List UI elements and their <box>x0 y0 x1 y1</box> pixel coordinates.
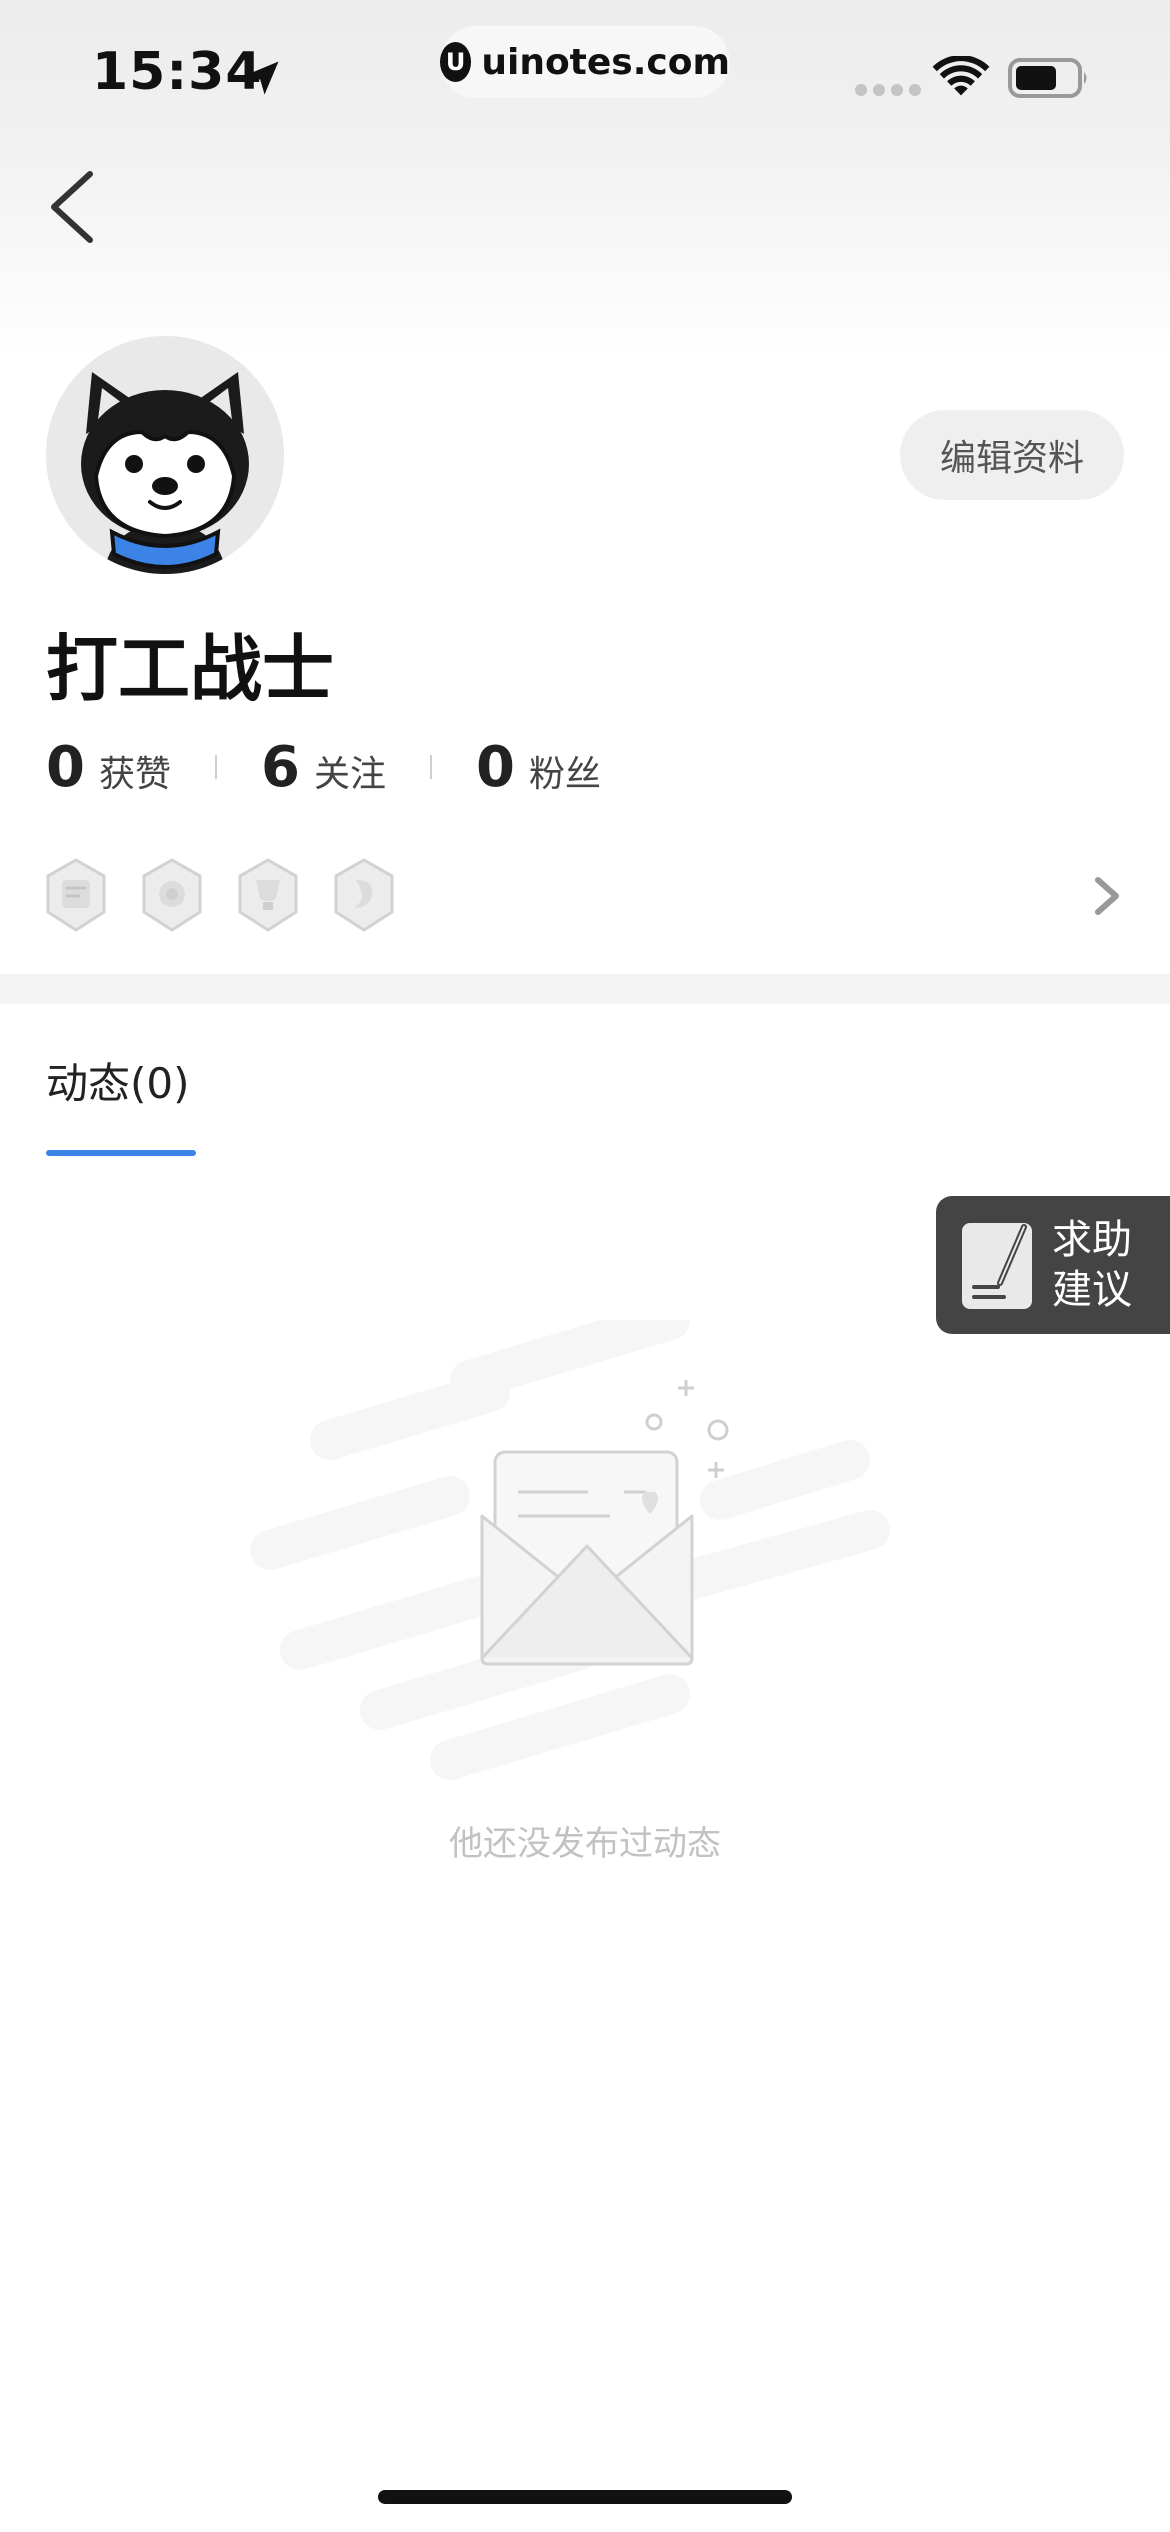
tab-active-indicator <box>46 1150 196 1156</box>
husky-dog-avatar-icon <box>46 336 284 574</box>
stat-fans-value: 0 <box>475 734 515 800</box>
stat-likes-label: 获赞 <box>98 753 171 795</box>
stat-following-label: 关注 <box>313 753 386 795</box>
stat-divider <box>214 755 217 779</box>
badges-row[interactable] <box>44 858 396 934</box>
medal-badge-icon <box>238 858 298 932</box>
url-bar[interactable]: U uinotes.com <box>440 26 730 98</box>
section-divider <box>0 974 1170 1004</box>
tab-dynamic[interactable]: 动态(0) <box>46 1050 190 1111</box>
avatar[interactable] <box>46 336 284 574</box>
edit-profile-button[interactable]: 编辑资料 <box>900 410 1124 500</box>
help-label: 求助 建议 <box>1052 1215 1152 1315</box>
medal-badge-icon <box>334 858 394 932</box>
empty-envelope-illustration <box>250 1320 890 1780</box>
battery-icon <box>1008 58 1087 98</box>
help-label-line1: 求助 <box>1052 1217 1132 1263</box>
stat-divider <box>429 755 432 779</box>
site-logo-icon: U <box>440 42 472 82</box>
location-arrow-icon <box>245 61 279 95</box>
note-pen-icon <box>962 1223 1032 1309</box>
wifi-icon <box>932 56 990 96</box>
stat-following-value: 6 <box>260 734 300 800</box>
stat-fans-label: 粉丝 <box>528 753 601 795</box>
help-suggestion-button[interactable]: 求助 建议 <box>936 1196 1170 1334</box>
home-indicator[interactable] <box>378 2490 792 2504</box>
medal-badge-icon <box>46 858 106 932</box>
username: 打工战士 <box>46 627 335 711</box>
stat-likes-value: 0 <box>46 734 85 800</box>
stat-following[interactable]: 6 关注 <box>261 735 386 800</box>
signal-icon <box>855 84 921 96</box>
profile-stats: 0 获赞 6 关注 0 粉丝 <box>46 732 601 802</box>
stat-likes[interactable]: 0 获赞 <box>46 735 171 800</box>
stat-fans[interactable]: 0 粉丝 <box>476 735 601 800</box>
empty-state-message: 他还没发布过动态 <box>449 1824 721 1864</box>
status-bar: 15:34 U uinotes.com <box>0 0 1170 140</box>
status-time: 15:34 <box>92 42 263 102</box>
medal-badge-icon <box>142 858 202 932</box>
back-chevron-icon[interactable] <box>46 170 96 244</box>
url-text: uinotes.com <box>481 41 730 83</box>
help-label-line2: 建议 <box>1052 1267 1132 1313</box>
chevron-right-icon[interactable] <box>1092 876 1122 916</box>
